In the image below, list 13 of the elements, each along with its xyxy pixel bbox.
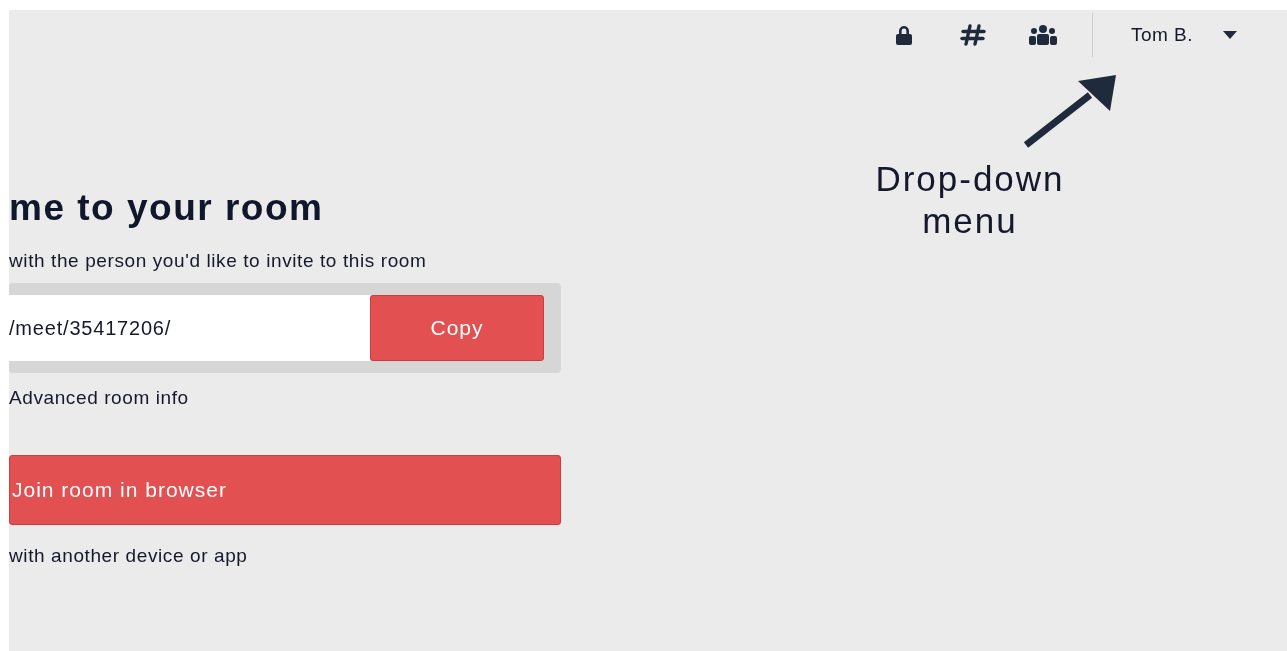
room-link-field[interactable]: /meet/35417206/ bbox=[9, 295, 370, 361]
page-heading: me to your room bbox=[9, 186, 325, 230]
join-room-button[interactable]: Join room in browser bbox=[9, 455, 561, 525]
other-device-text: with another device or app bbox=[9, 545, 249, 567]
annotation-label: Drop-down menu bbox=[874, 158, 1066, 242]
people-icon[interactable] bbox=[1027, 24, 1058, 46]
hash-icon[interactable] bbox=[959, 24, 986, 46]
caret-icon bbox=[1223, 31, 1237, 39]
copy-button[interactable]: Copy bbox=[370, 295, 544, 361]
lock-icon[interactable] bbox=[893, 24, 914, 46]
instructions-text: with the person you'd like to invite to this room bbox=[9, 249, 428, 273]
user-menu-button[interactable]: Tom B. bbox=[1130, 20, 1237, 50]
advanced-room-info-link[interactable]: Advanced room info bbox=[9, 387, 189, 409]
